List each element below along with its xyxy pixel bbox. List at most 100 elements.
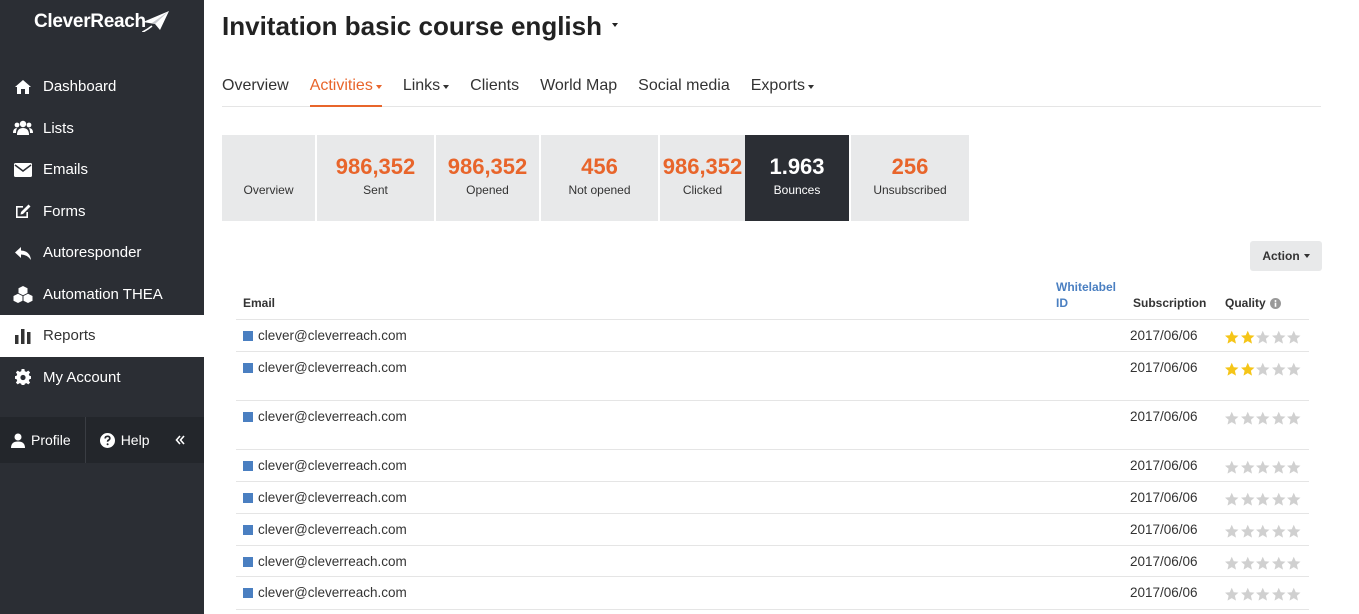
email-cell[interactable]: clever@cleverreach.com: [243, 522, 407, 537]
email-cell[interactable]: clever@cleverreach.com: [243, 409, 407, 424]
star-filled-icon: [1225, 362, 1239, 376]
email-cell[interactable]: clever@cleverreach.com: [243, 585, 407, 600]
tab-activities[interactable]: Activities: [309, 70, 382, 107]
stat-card-label: Unsubscribed: [873, 183, 947, 197]
email-cell[interactable]: clever@cleverreach.com: [243, 458, 407, 473]
subscription-date: 2017/06/06: [1130, 522, 1198, 537]
email-text: clever@cleverreach.com: [258, 458, 407, 473]
page-title-dropdown[interactable]: Invitation basic course english: [222, 11, 618, 42]
stat-card-overview[interactable]: Overview: [222, 135, 315, 221]
tab-exports[interactable]: Exports: [751, 70, 814, 107]
tab-overview[interactable]: Overview: [222, 70, 289, 107]
email-cell[interactable]: clever@cleverreach.com: [243, 554, 407, 569]
stat-card-label: Bounces: [773, 183, 821, 197]
email-cell[interactable]: clever@cleverreach.com: [243, 328, 407, 343]
subscription-date: 2017/06/06: [1130, 409, 1198, 424]
table-row[interactable]: clever@cleverreach.com 2017/06/06: [236, 546, 1309, 577]
star-empty-icon: [1240, 460, 1254, 474]
edit-icon: [12, 202, 34, 220]
email-cell[interactable]: clever@cleverreach.com: [243, 490, 407, 505]
column-header-quality[interactable]: Quality: [1225, 296, 1281, 310]
bar-chart-icon: [12, 327, 34, 345]
table-row[interactable]: clever@cleverreach.com 2017/06/06: [236, 482, 1309, 514]
sidebar-item-dashboard[interactable]: Dashboard: [0, 66, 204, 108]
profile-label: Profile: [31, 432, 71, 448]
stat-card-unsubscribed[interactable]: 256 Unsubscribed: [851, 135, 969, 221]
paper-plane-icon: [142, 11, 169, 32]
envelope-icon: [12, 161, 34, 179]
sidebar-item-autoresponder[interactable]: Autoresponder: [0, 232, 204, 274]
subscription-date: 2017/06/06: [1130, 490, 1198, 505]
sidebar-item-label: Emails: [43, 161, 89, 179]
tab-links[interactable]: Links: [403, 70, 450, 107]
help-button[interactable]: Help: [99, 417, 150, 463]
chevron-down-icon: [443, 85, 450, 89]
quality-rating: [1224, 556, 1302, 571]
cleverreach-logo[interactable]: CleverReach: [34, 8, 174, 42]
email-text: clever@cleverreach.com: [258, 360, 407, 375]
star-empty-icon: [1256, 492, 1270, 506]
column-header-label: ID: [1056, 296, 1068, 310]
sidebar: CleverReach Dashboard Lists Emails Forms…: [0, 0, 204, 614]
stat-card-bounces[interactable]: 1.963 Bounces: [745, 135, 849, 221]
table-row[interactable]: clever@cleverreach.com 2017/06/06: [236, 577, 1309, 610]
column-header-email[interactable]: Email: [243, 296, 275, 310]
stat-card-clicked[interactable]: 986,352 Clicked: [660, 135, 745, 221]
star-empty-icon: [1240, 556, 1254, 570]
stat-card-value: 256: [891, 154, 929, 179]
status-square-icon: [243, 587, 253, 598]
sidebar-item-my-account[interactable]: My Account: [0, 357, 204, 399]
email-text: clever@cleverreach.com: [258, 585, 407, 600]
status-square-icon: [243, 460, 253, 471]
column-header-label: Whitelabel: [1056, 280, 1117, 294]
chevron-down-icon: [611, 23, 618, 28]
status-square-icon: [243, 362, 253, 373]
star-empty-icon: [1287, 411, 1301, 425]
email-cell[interactable]: clever@cleverreach.com: [243, 360, 407, 375]
sidebar-item-emails[interactable]: Emails: [0, 149, 204, 191]
table-row[interactable]: clever@cleverreach.com 2017/06/06: [236, 401, 1309, 450]
stat-card-sent[interactable]: 986,352 Sent: [317, 135, 434, 221]
tab-world-map[interactable]: World Map: [540, 70, 617, 107]
stat-card-label: Opened: [466, 183, 509, 197]
star-empty-icon: [1287, 330, 1301, 344]
star-empty-icon: [1287, 556, 1301, 570]
star-empty-icon: [1287, 524, 1301, 538]
table-row[interactable]: clever@cleverreach.com 2017/06/06: [236, 450, 1309, 482]
quality-rating: [1224, 330, 1302, 345]
column-header-subscription[interactable]: Subscription: [1133, 296, 1206, 310]
tab-clients[interactable]: Clients: [470, 70, 519, 107]
sidebar-item-lists[interactable]: Lists: [0, 108, 204, 150]
gear-icon: [12, 368, 34, 386]
action-label: Action: [1262, 249, 1300, 263]
stat-card-label: Overview: [243, 183, 294, 197]
info-icon[interactable]: [1269, 297, 1281, 309]
star-empty-icon: [1256, 362, 1270, 376]
status-square-icon: [243, 492, 253, 503]
collapse-sidebar-button[interactable]: [175, 417, 191, 463]
table-row[interactable]: clever@cleverreach.com 2017/06/06: [236, 352, 1309, 401]
column-header-whitelabel-id[interactable]: Whitelabel ID: [1056, 279, 1116, 311]
profile-button[interactable]: Profile: [11, 417, 71, 463]
star-empty-icon: [1287, 492, 1301, 506]
star-empty-icon: [1271, 330, 1285, 344]
sidebar-item-label: Lists: [43, 119, 74, 137]
star-empty-icon: [1225, 556, 1239, 570]
subscription-date: 2017/06/06: [1130, 328, 1198, 343]
stat-card-opened[interactable]: 986,352 Opened: [436, 135, 539, 221]
star-empty-icon: [1240, 492, 1254, 506]
tab-social-media[interactable]: Social media: [638, 70, 730, 107]
star-empty-icon: [1256, 460, 1270, 474]
help-label: Help: [120, 432, 150, 448]
sidebar-item-reports[interactable]: Reports: [0, 315, 204, 357]
quality-rating: [1224, 524, 1302, 539]
sidebar-item-forms[interactable]: Forms: [0, 191, 204, 233]
stat-card-not-opened[interactable]: 456 Not opened: [541, 135, 658, 221]
subscription-date: 2017/06/06: [1130, 585, 1198, 600]
table-row[interactable]: clever@cleverreach.com 2017/06/06: [236, 514, 1309, 546]
star-empty-icon: [1240, 587, 1254, 601]
action-dropdown-button[interactable]: Action: [1250, 241, 1322, 271]
sidebar-item-automation-thea[interactable]: Automation THEA: [0, 274, 204, 316]
table-row[interactable]: clever@cleverreach.com 2017/06/06: [236, 320, 1309, 352]
bounces-table: Email Whitelabel ID Subscription Quality…: [236, 276, 1309, 610]
